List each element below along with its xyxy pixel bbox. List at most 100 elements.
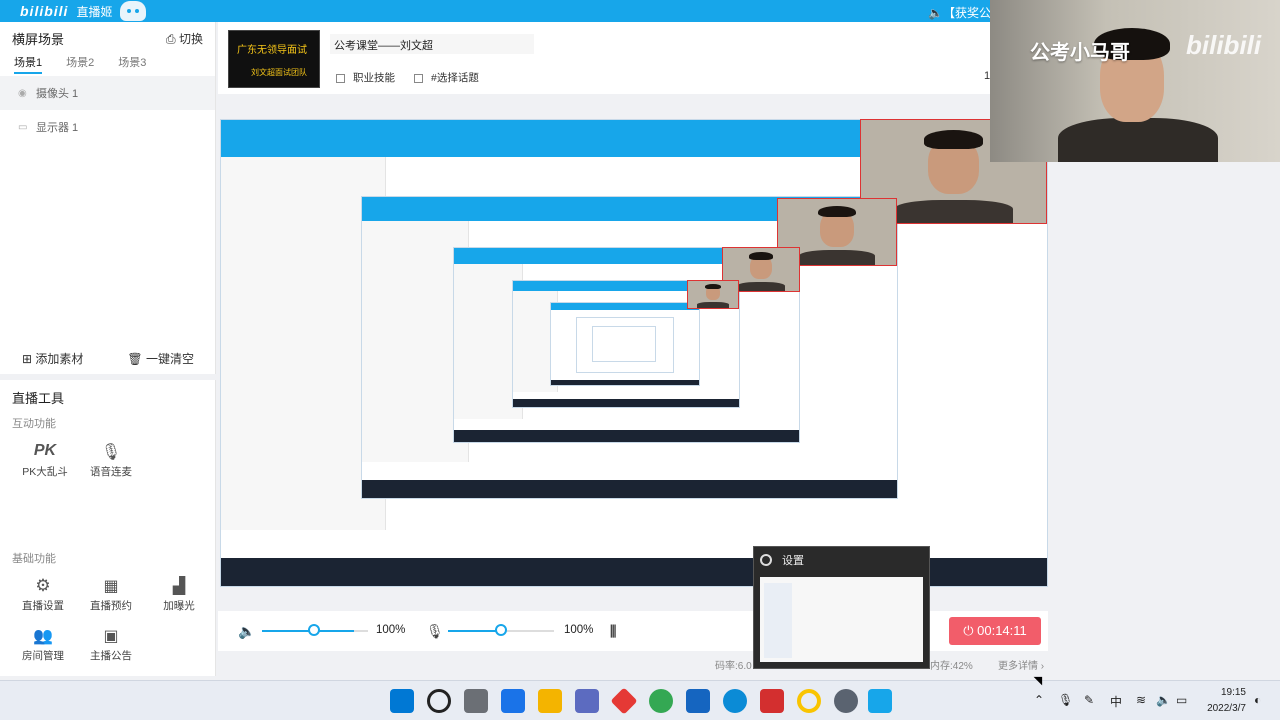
- settings-body: [760, 577, 923, 662]
- clock[interactable]: 19:15 2022/3/7: [1198, 685, 1246, 717]
- app-yellow-icon[interactable]: [797, 689, 821, 713]
- tab-scene-3[interactable]: 场景3: [118, 54, 146, 76]
- live-settings-button[interactable]: ⚙ 直播设置: [8, 576, 78, 613]
- watermark-logo: bilibili: [1186, 30, 1262, 60]
- scene-tabs: 场景1 场景2 场景3: [0, 54, 215, 76]
- live-reserve-button[interactable]: ▦ 直播预约: [76, 576, 146, 613]
- live-timer: 00:14:11: [977, 623, 1027, 638]
- pen-icon[interactable]: ✎: [1084, 693, 1094, 707]
- watermark-brand: 公考小马哥: [1030, 42, 1130, 64]
- gear-icon: [760, 554, 772, 566]
- source-label: 显示器 1: [36, 122, 79, 134]
- basic-section-label: 基础功能: [12, 553, 56, 565]
- live-title-input[interactable]: 公考课堂——刘文超: [330, 34, 534, 54]
- volume-icon[interactable]: 🔈: [1156, 693, 1171, 707]
- live-settings-label: 直播设置: [22, 600, 64, 612]
- stop-live-button[interactable]: ⏻ 00:14:11: [949, 617, 1041, 645]
- bilibili-live-icon[interactable]: [868, 689, 892, 713]
- calendar-icon: ▦: [103, 578, 119, 595]
- ime-indicator[interactable]: 中: [1110, 693, 1122, 710]
- clock-date: 2022/3/7: [1207, 703, 1246, 714]
- taskview-icon[interactable]: [464, 689, 488, 713]
- monitor-icon: ▭: [18, 122, 28, 133]
- pk-label: PK大乱斗: [22, 466, 68, 478]
- gear-icon: ⚙: [35, 576, 51, 595]
- switch-button[interactable]: ⎙ 切换: [166, 30, 203, 47]
- source-actions: ⊞ 添加素材 🗑 一键清空: [0, 342, 216, 374]
- store-icon[interactable]: [575, 689, 599, 713]
- wifi-icon[interactable]: ≋: [1136, 693, 1146, 707]
- preview-layer: [592, 326, 656, 362]
- live-reserve-label: 直播预约: [90, 600, 132, 612]
- announcement-button[interactable]: ▣ 主播公告: [76, 626, 146, 663]
- switch-label: 切换: [178, 31, 203, 46]
- mic-slider-handle[interactable]: [495, 624, 507, 636]
- settings-icon[interactable]: [834, 689, 858, 713]
- scene-header: 横屏场景 ⎙ 切换: [0, 22, 215, 54]
- left-panel: 横屏场景 ⎙ 切换 场景1 场景2 场景3 ◉ 摄像头 1 ▭ 显示器 1 ⊞ …: [0, 22, 216, 676]
- room-manage-label: 房间管理: [22, 650, 64, 662]
- more-details-label: 更多详情: [998, 661, 1038, 672]
- clear-all-label: 一键清空: [145, 351, 194, 366]
- tab-scene-2[interactable]: 场景2: [66, 54, 94, 76]
- explorer-icon[interactable]: [538, 689, 562, 713]
- notice-label: 【获奖公: [942, 6, 991, 20]
- category-tag[interactable]: 职业技能: [336, 70, 395, 85]
- topic-tag[interactable]: #选择话题: [414, 70, 479, 85]
- webcam-overlay: 公考小马哥 bilibili: [990, 0, 1280, 162]
- wps-icon[interactable]: [760, 689, 784, 713]
- tab-scene-1[interactable]: 场景1: [14, 54, 43, 74]
- clock-time: 19:15: [1220, 687, 1246, 698]
- location-icon: ◉: [18, 88, 27, 99]
- add-source-label: 添加素材: [35, 351, 84, 366]
- pk-icon: PK: [33, 442, 57, 459]
- memory-status: 内存:42%: [930, 661, 973, 672]
- widgets-icon[interactable]: [501, 689, 525, 713]
- settings-window-preview[interactable]: 设置: [753, 546, 930, 669]
- settings-header: 设置: [754, 547, 929, 573]
- person-body: [1058, 118, 1218, 162]
- mic-volume: 100%: [564, 624, 594, 636]
- camera-source: [687, 280, 739, 309]
- speaker-volume: 100%: [376, 624, 406, 636]
- mixer-icon[interactable]: ⫼: [610, 623, 624, 639]
- room-manage-button[interactable]: 👥 房间管理: [8, 626, 78, 663]
- pk-button[interactable]: PK PK大乱斗: [10, 442, 80, 479]
- voice-link-button[interactable]: 🎙 语音连麦: [76, 442, 146, 479]
- notice-text[interactable]: 🔈【获奖公: [928, 4, 991, 21]
- speaker-icon[interactable]: 🔈: [238, 623, 255, 639]
- mic-icon[interactable]: 🎙: [426, 623, 444, 639]
- cover-text-1: 广东无领导面试: [237, 45, 307, 56]
- scene-title: 横屏场景: [12, 31, 65, 47]
- bilibili-logo: bilibili: [20, 3, 69, 19]
- source-item-display[interactable]: ▭ 显示器 1: [0, 110, 215, 144]
- chevron-up-icon[interactable]: ⌃: [1034, 693, 1044, 707]
- settings-title: 设置: [782, 555, 804, 567]
- mascot-icon: [120, 1, 147, 21]
- clear-all-button[interactable]: 🗑 一键清空: [127, 350, 194, 367]
- mic-tray-icon[interactable]: 🎙: [1058, 693, 1073, 707]
- edge-icon[interactable]: [723, 689, 747, 713]
- app-name: 直播姬: [76, 4, 113, 19]
- source-item-camera[interactable]: ◉ 摄像头 1: [0, 76, 215, 110]
- speaker-slider-handle[interactable]: [308, 624, 320, 636]
- empty-area: [1048, 162, 1280, 676]
- app-blue-icon[interactable]: [686, 689, 710, 713]
- room-info: 广东无领导面试 刘文超面试团队 公考课堂——刘文超 职业技能 #选择话题 1: [218, 22, 990, 94]
- add-source-button[interactable]: ⊞ 添加素材: [22, 350, 83, 367]
- search-icon[interactable]: [427, 689, 451, 713]
- start-icon[interactable]: [390, 689, 414, 713]
- source-label: 摄像头 1: [36, 88, 79, 100]
- battery-icon[interactable]: ▭: [1176, 693, 1187, 707]
- live-preview[interactable]: [220, 119, 1048, 587]
- room-cover[interactable]: 广东无领导面试 刘文超面试团队: [228, 30, 320, 88]
- taskbar: ⌃ 🎙 ✎ 中 ≋ 🔈 ▭ 19:15 2022/3/7 ◐: [0, 680, 1280, 720]
- exposure-button[interactable]: ▟ 加曝光: [144, 576, 214, 613]
- exposure-label: 加曝光: [163, 600, 195, 612]
- notification-icon[interactable]: ◐: [1254, 693, 1261, 707]
- app-red-icon[interactable]: [610, 687, 638, 715]
- browser-icon[interactable]: [649, 689, 673, 713]
- bitrate-status: 码率:6.0: [715, 661, 752, 672]
- tools-title: 直播工具: [12, 391, 65, 406]
- more-details-link[interactable]: 更多详情 ›: [998, 657, 1044, 672]
